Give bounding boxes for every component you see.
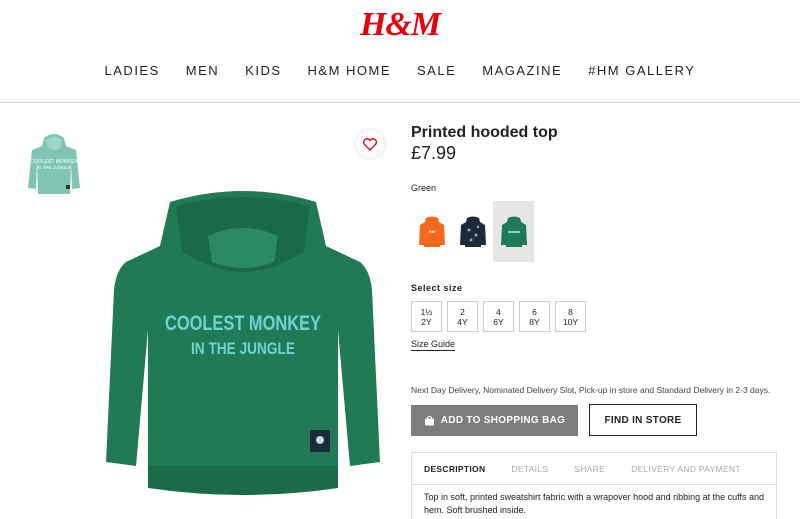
- product-title: Printed hooded top: [411, 124, 558, 141]
- size-age: 4: [496, 306, 501, 317]
- nav-divider: [0, 102, 800, 103]
- product-description: Top in soft, printed sweatshirt fabric w…: [424, 492, 765, 515]
- size-age: 2: [460, 306, 465, 317]
- favorite-button[interactable]: [356, 130, 384, 158]
- product-main-image[interactable]: COOLEST MONKEY IN THE JUNGLE: [98, 190, 388, 500]
- find-in-store-label: FIND IN STORE: [604, 414, 682, 426]
- tab-share[interactable]: SHARE: [562, 464, 605, 474]
- size-years: 10Y: [562, 316, 579, 327]
- tab-description[interactable]: DESCRIPTION: [412, 464, 485, 474]
- size-option-6y[interactable]: 4 6Y: [483, 301, 514, 332]
- size-years: 8Y: [529, 316, 540, 327]
- svg-text:IN THE JUNGLE: IN THE JUNGLE: [37, 165, 71, 170]
- add-to-bag-button[interactable]: ADD TO SHOPPING BAG: [411, 405, 578, 436]
- size-age: 1½: [420, 306, 433, 317]
- nav-item-hm-gallery[interactable]: #HM GALLERY: [575, 62, 708, 80]
- brand-logo[interactable]: H&M: [0, 6, 800, 44]
- size-option-10y[interactable]: 8 10Y: [555, 301, 586, 332]
- color-swatch-green[interactable]: [493, 201, 534, 262]
- size-age: 6: [532, 306, 537, 317]
- hoodie-print-line2: IN THE JUNGLE: [191, 339, 295, 358]
- color-swatch-orange[interactable]: HM: [411, 201, 452, 262]
- size-option-2y[interactable]: 1½ 2Y: [411, 301, 442, 332]
- nav-item-kids[interactable]: KIDS: [232, 62, 294, 80]
- nav-item-sale[interactable]: SALE: [404, 62, 469, 80]
- size-guide-link[interactable]: Size Guide: [411, 339, 456, 351]
- nav-item-men[interactable]: MEN: [173, 62, 232, 80]
- tab-divider: [412, 484, 776, 485]
- select-size-label: Select size: [411, 283, 463, 293]
- size-option-4y[interactable]: 2 4Y: [447, 301, 478, 332]
- delivery-info: Next Day Delivery, Nominated Delivery Sl…: [411, 385, 771, 395]
- size-age: 8: [568, 306, 573, 317]
- svg-text:HM: HM: [428, 229, 435, 234]
- size-option-8y[interactable]: 6 8Y: [519, 301, 550, 332]
- product-thumbnail[interactable]: COOLEST MONKEY IN THE JUNGLE: [26, 132, 82, 198]
- size-years: 6Y: [493, 316, 504, 327]
- nav-item-magazine[interactable]: MAGAZINE: [469, 62, 575, 80]
- selected-color-name: Green: [411, 183, 437, 193]
- add-to-bag-label: ADD TO SHOPPING BAG: [440, 415, 566, 426]
- find-in-store-button[interactable]: FIND IN STORE: [589, 404, 697, 436]
- swatch-shape: [459, 216, 486, 247]
- logo-text: H&M: [359, 6, 441, 43]
- heart-icon: [363, 137, 377, 151]
- size-years: 2Y: [421, 316, 432, 327]
- tab-details[interactable]: DETAILS: [499, 464, 548, 474]
- main-nav: LADIES MEN KIDS H&M HOME SALE MAGAZINE #…: [0, 62, 800, 80]
- product-price: £7.99: [411, 143, 457, 163]
- tab-bar: DESCRIPTION DETAILS SHARE DELIVERY AND P…: [412, 453, 755, 484]
- color-swatches: HM: [411, 201, 534, 262]
- tab-delivery-payment[interactable]: DELIVERY AND PAYMENT: [619, 464, 741, 474]
- hoodie-print-line1: COOLEST MONKEY: [165, 312, 321, 335]
- size-years: 4Y: [457, 316, 468, 327]
- color-swatch-navy[interactable]: [452, 201, 493, 262]
- product-info-tabs: DESCRIPTION DETAILS SHARE DELIVERY AND P…: [411, 452, 777, 519]
- nav-item-ladies[interactable]: LADIES: [92, 62, 173, 80]
- size-options: 1½ 2Y 2 4Y 4 6Y 6 8Y 8 10Y: [411, 301, 586, 332]
- shopping-bag-icon: [424, 415, 434, 426]
- nav-item-hm-home[interactable]: H&M HOME: [295, 62, 405, 80]
